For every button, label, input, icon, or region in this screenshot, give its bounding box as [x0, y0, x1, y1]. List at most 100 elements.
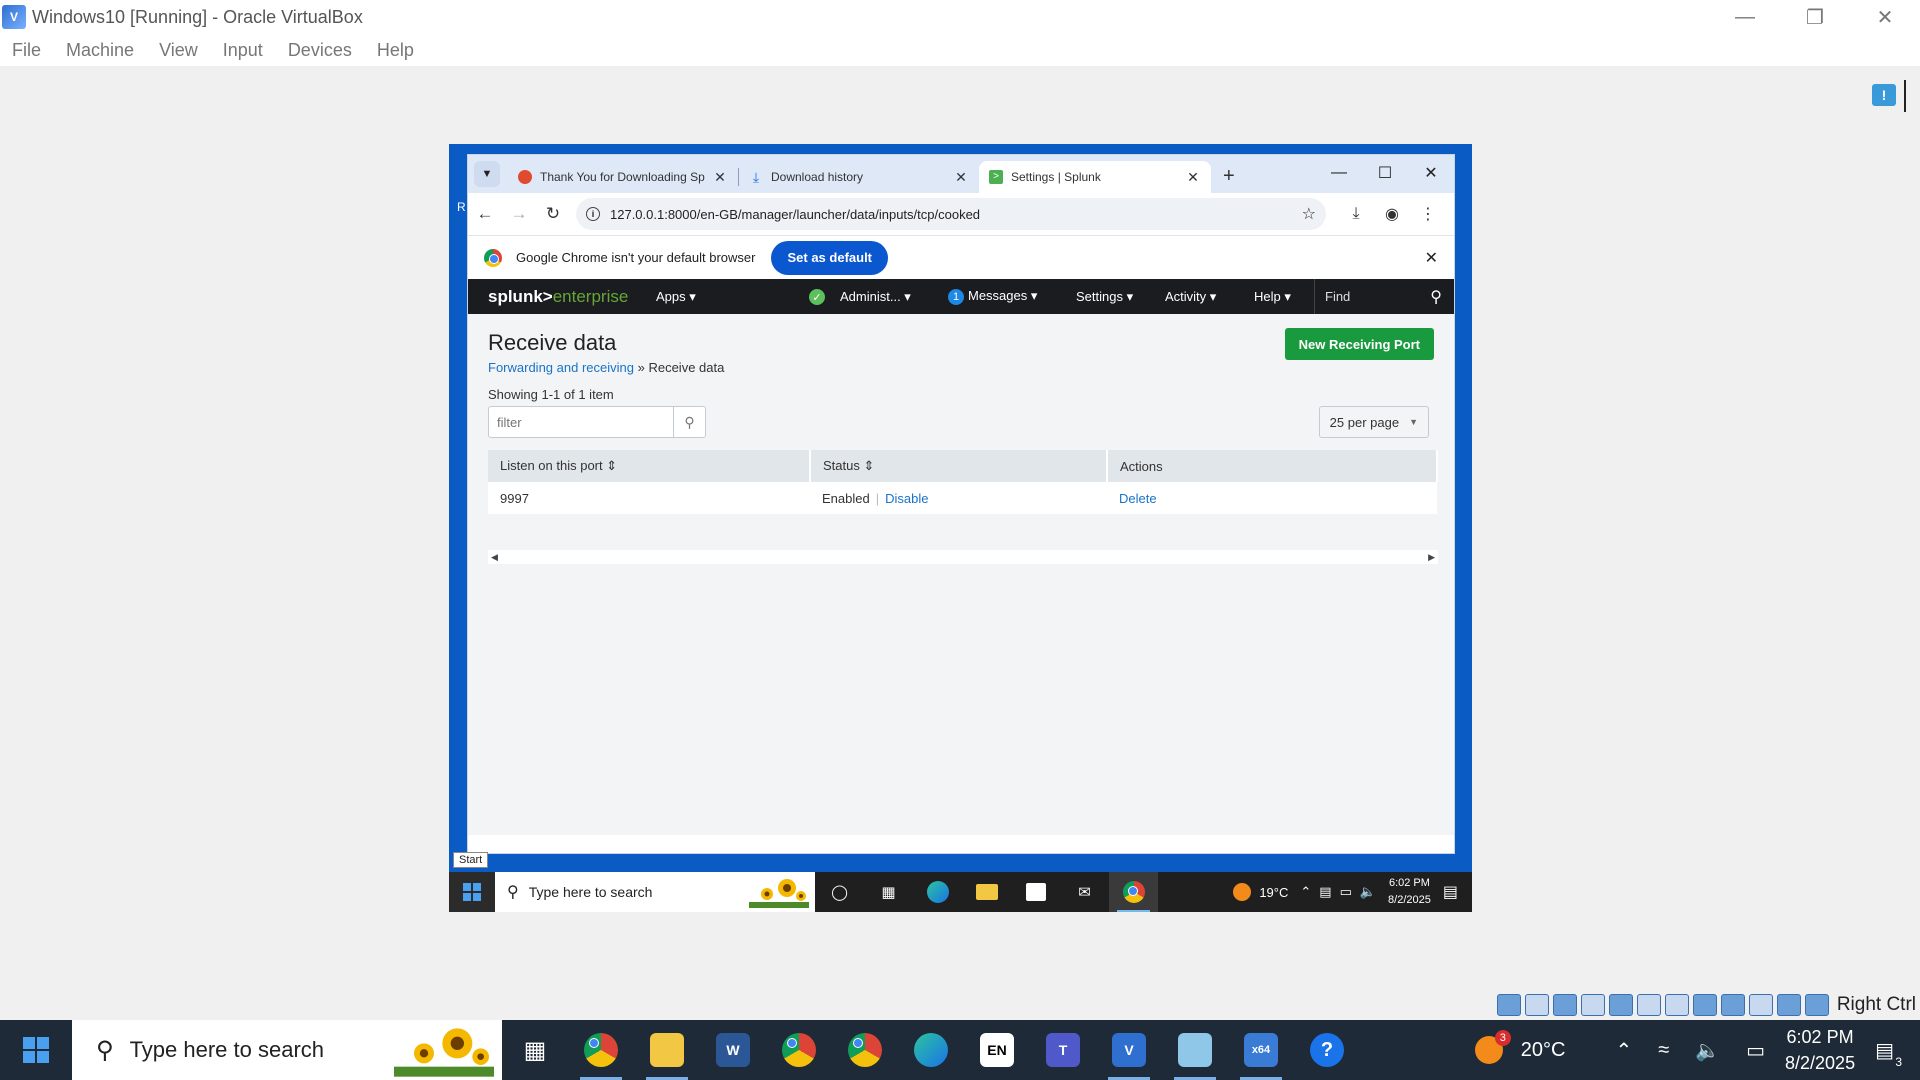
column-header-port[interactable]: Listen on this port ⇕ — [488, 450, 811, 482]
close-tab-icon[interactable]: ✕ — [712, 169, 728, 186]
menu-file[interactable]: File — [12, 40, 41, 61]
splunk-logo[interactable]: splunk>enterprise — [488, 287, 628, 307]
chrome-profile-x-icon[interactable] — [766, 1020, 832, 1080]
menu-help[interactable]: Help — [377, 40, 414, 61]
recording-status-icon[interactable] — [1720, 994, 1745, 1016]
close-button[interactable]: ✕ — [1408, 155, 1454, 191]
file-explorer-icon[interactable] — [962, 872, 1011, 912]
guest-search-box[interactable]: ⚲ Type here to search — [495, 872, 815, 912]
menu-machine[interactable]: Machine — [66, 40, 134, 61]
menu-input[interactable]: Input — [223, 40, 263, 61]
maximize-button[interactable]: ☐ — [1362, 155, 1408, 191]
new-receiving-port-button[interactable]: New Receiving Port — [1284, 328, 1434, 360]
mail-icon[interactable]: ✉ — [1060, 872, 1109, 912]
site-info-icon[interactable]: i — [586, 207, 600, 221]
scroll-left-arrow-icon[interactable]: ◀ — [491, 552, 498, 563]
weather-icon[interactable] — [1233, 883, 1252, 901]
address-bar[interactable]: i 127.0.0.1:8000/en-GB/manager/launcher/… — [576, 198, 1326, 230]
mouse-integration-icon[interactable] — [1776, 994, 1801, 1016]
profile-icon[interactable]: ◉ — [1374, 198, 1410, 230]
virtualbox-taskbar-icon[interactable]: V — [1096, 1020, 1162, 1080]
health-ok-icon[interactable]: ✓ — [809, 289, 825, 305]
optical-drive-status-icon[interactable] — [1524, 994, 1549, 1016]
word-icon[interactable]: W — [700, 1020, 766, 1080]
chrome-profile-a-icon[interactable] — [568, 1020, 634, 1080]
scroll-right-arrow-icon[interactable]: ▶ — [1428, 552, 1435, 563]
menu-devices[interactable]: Devices — [288, 40, 352, 61]
search-icon[interactable]: ⚲ — [1430, 287, 1442, 307]
delete-link[interactable]: Delete — [1119, 491, 1157, 506]
store-icon[interactable] — [1011, 872, 1060, 912]
guest-clock[interactable]: 6:02 PM 8/2/2025 — [1388, 875, 1431, 909]
filter-search-icon[interactable]: ⚲ — [673, 407, 705, 437]
network-icon[interactable]: ▤ — [1319, 884, 1331, 900]
file-explorer-icon[interactable] — [634, 1020, 700, 1080]
horizontal-scrollbar[interactable]: ◀ ▶ — [488, 550, 1438, 564]
hard-disk-status-icon[interactable] — [1496, 994, 1521, 1016]
volume-icon[interactable]: 🔈 — [1360, 884, 1376, 900]
weather-temp[interactable]: 20°C — [1521, 1039, 1566, 1062]
filter-input[interactable] — [489, 407, 673, 437]
weather-temp[interactable]: 19°C — [1259, 885, 1288, 900]
close-tab-icon[interactable]: ✕ — [953, 169, 969, 186]
tray-overflow-icon[interactable]: ⌃ — [1615, 1038, 1632, 1063]
tray-overflow-icon[interactable]: ⌃ — [1300, 884, 1311, 900]
minimize-button[interactable]: — — [1710, 0, 1780, 34]
host-search-box[interactable]: ⚲ Type here to search — [72, 1020, 502, 1080]
host-start-button[interactable] — [0, 1020, 72, 1080]
tab-search-button[interactable]: ▼ — [474, 161, 500, 187]
close-tab-icon[interactable]: ✕ — [1185, 169, 1201, 186]
nav-messages[interactable]: 1 Messages ▾ — [948, 288, 1037, 305]
close-infobar-icon[interactable]: ✕ — [1425, 248, 1438, 268]
tab-download-history[interactable]: ⤓ Download history ✕ — [739, 161, 979, 193]
volume-icon[interactable]: 🔈 — [1695, 1038, 1720, 1063]
usb-status-icon[interactable] — [1636, 994, 1661, 1016]
edge-icon[interactable] — [898, 1020, 964, 1080]
notepad-icon[interactable] — [1162, 1020, 1228, 1080]
display-status-icon[interactable] — [1692, 994, 1717, 1016]
minimize-button[interactable]: — — [1316, 155, 1362, 191]
new-tab-button[interactable]: + — [1223, 165, 1235, 188]
menu-view[interactable]: View — [159, 40, 198, 61]
guest-screen[interactable]: R ▼ Thank You for Downloading Sp ✕ ⤓ Dow… — [449, 144, 1472, 912]
task-view-icon[interactable]: ▦ — [502, 1020, 568, 1080]
floppy-status-icon[interactable] — [1552, 994, 1577, 1016]
chrome-taskbar-icon[interactable] — [1109, 872, 1158, 912]
notification-icon[interactable]: ! — [1872, 84, 1896, 106]
cortana-icon[interactable]: ◯ — [815, 872, 864, 912]
weather-icon[interactable]: 3 — [1474, 1030, 1511, 1064]
back-button[interactable]: ← — [468, 197, 502, 231]
language-indicator[interactable]: EN — [964, 1020, 1030, 1080]
wifi-icon[interactable]: ≈ — [1658, 1039, 1669, 1062]
task-view-icon[interactable]: ▦ — [864, 872, 913, 912]
disable-link[interactable]: Disable — [885, 491, 928, 506]
nav-activity[interactable]: Activity ▾ — [1165, 289, 1216, 305]
nav-settings[interactable]: Settings ▾ — [1076, 289, 1133, 305]
set-as-default-button[interactable]: Set as default — [771, 240, 889, 275]
shared-folders-status-icon[interactable] — [1664, 994, 1689, 1016]
reload-button[interactable]: ↻ — [536, 197, 570, 231]
teams-icon[interactable]: T — [1030, 1020, 1096, 1080]
battery-icon[interactable]: ▭ — [1746, 1038, 1765, 1063]
nav-help[interactable]: Help ▾ — [1254, 289, 1291, 305]
restore-button[interactable]: ❐ — [1780, 0, 1850, 34]
tab-settings-splunk[interactable]: > Settings | Splunk ✕ — [979, 161, 1211, 193]
url-text[interactable]: 127.0.0.1:8000/en-GB/manager/launcher/da… — [610, 207, 1302, 222]
vm-x64-icon[interactable]: x64 — [1228, 1020, 1294, 1080]
close-button[interactable]: ✕ — [1850, 0, 1920, 34]
column-header-status[interactable]: Status ⇕ — [810, 450, 1108, 482]
edge-icon[interactable] — [913, 872, 962, 912]
forward-button[interactable]: → — [502, 197, 536, 231]
breadcrumb-forwarding-link[interactable]: Forwarding and receiving — [488, 360, 634, 375]
tab-splunk-download[interactable]: Thank You for Downloading Sp ✕ — [508, 161, 738, 193]
guest-start-button[interactable] — [449, 872, 495, 912]
host-clock[interactable]: 6:02 PM 8/2/2025 — [1785, 1024, 1855, 1076]
network-status-icon[interactable] — [1608, 994, 1633, 1016]
menu-icon[interactable]: ⋮ — [1410, 198, 1446, 230]
bookmark-star-icon[interactable]: ☆ — [1302, 204, 1316, 224]
nav-admin[interactable]: Administ... ▾ — [840, 289, 911, 305]
action-center-icon[interactable]: ▤ — [1443, 882, 1458, 902]
audio-status-icon[interactable] — [1580, 994, 1605, 1016]
help-icon[interactable]: ? — [1294, 1020, 1360, 1080]
battery-icon[interactable]: ▭ — [1340, 884, 1352, 900]
